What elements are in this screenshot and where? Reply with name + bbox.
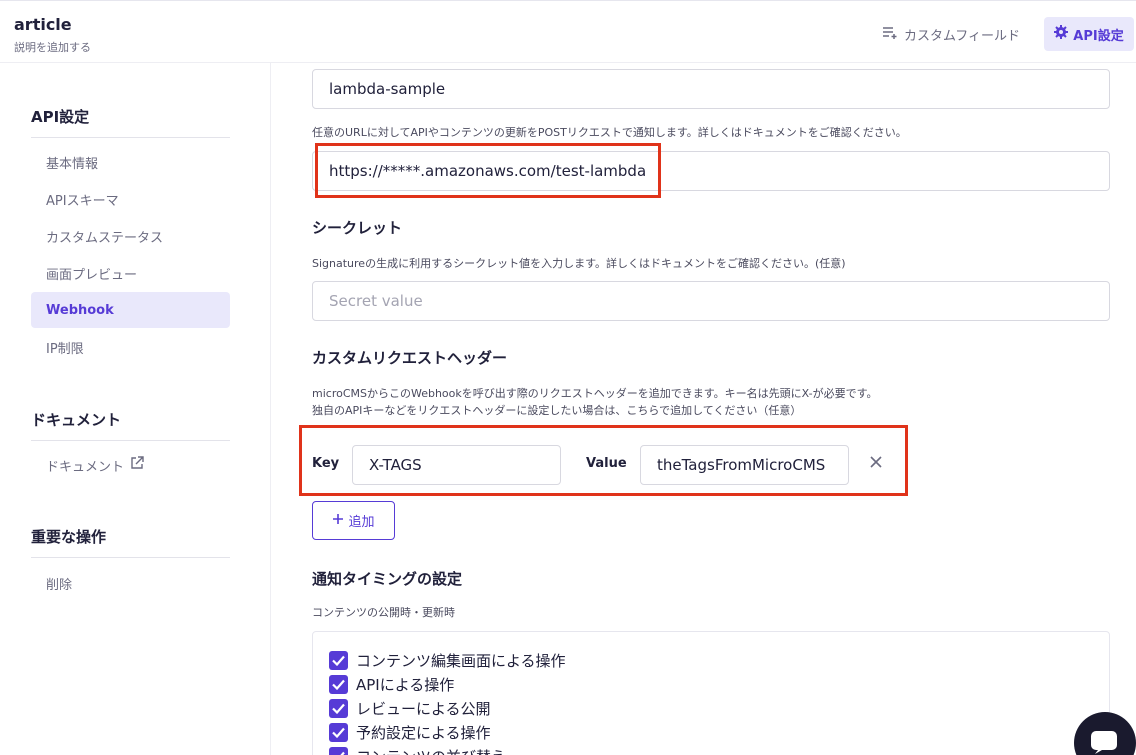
page-header: article 説明を追加する カスタムフィールド API設定: [0, 0, 1136, 63]
checkbox-checked-icon[interactable]: [329, 675, 348, 694]
sidebar-section-docs: ドキュメント: [31, 409, 230, 441]
header-key-input[interactable]: X-TAGS: [352, 445, 561, 485]
custom-headers-description-1: microCMSからこのWebhookを呼び出す際のリクエストヘッダーを追加でき…: [312, 387, 878, 400]
checkbox-checked-icon[interactable]: [329, 747, 348, 755]
sidebar-item-webhook[interactable]: Webhook: [31, 292, 230, 328]
add-description-link[interactable]: 説明を追加する: [14, 39, 91, 55]
timing-option-scheduled[interactable]: 予約設定による操作: [329, 722, 491, 743]
timing-section-title: 通知タイミングの設定: [312, 570, 463, 588]
timing-option-api[interactable]: APIによる操作: [329, 674, 454, 695]
timing-options-box: コンテンツ編集画面による操作 APIによる操作 レビューによる公開 予約設定によ…: [312, 631, 1110, 755]
sidebar-item-preview[interactable]: 画面プレビュー: [31, 255, 230, 291]
list-add-icon: [882, 25, 898, 43]
remove-header-icon[interactable]: [869, 453, 883, 474]
api-settings-label: API設定: [1073, 28, 1124, 44]
custom-field-label: カスタムフィールド: [904, 28, 1020, 44]
sidebar-section-api: API設定: [31, 106, 230, 138]
secret-section-title: シークレット: [312, 219, 403, 237]
timing-option-label: 予約設定による操作: [356, 724, 491, 742]
sidebar-item-api-schema[interactable]: APIスキーマ: [31, 181, 230, 217]
timing-option-label: APIによる操作: [356, 676, 455, 694]
external-link-icon: [130, 456, 144, 474]
key-label: Key: [312, 456, 340, 471]
timing-option-reorder[interactable]: コンテンツの並び替え: [329, 746, 506, 755]
checkbox-checked-icon[interactable]: [329, 723, 348, 742]
chat-bubble-icon: [1090, 730, 1118, 755]
add-label: 追加: [348, 515, 375, 530]
timing-subtitle: コンテンツの公開時・更新時: [312, 606, 455, 619]
secret-description: Signatureの生成に利用するシークレット値を入力します。詳しくはドキュメン…: [312, 257, 846, 270]
timing-option-review[interactable]: レビューによる公開: [329, 698, 491, 719]
sidebar-item-documents[interactable]: ドキュメント: [31, 447, 230, 483]
timing-option-label: コンテンツ編集画面による操作: [356, 652, 566, 670]
timing-option-label: レビューによる公開: [356, 700, 491, 718]
webhook-name-input[interactable]: lambda-sample: [312, 69, 1110, 109]
sidebar-section-danger: 重要な操作: [31, 526, 230, 558]
sidebar-item-ip-restriction[interactable]: IP制限: [31, 329, 230, 365]
value-label: Value: [586, 456, 627, 471]
url-description: 任意のURLに対してAPIやコンテンツの更新をPOSTリクエストで通知します。詳…: [312, 126, 907, 139]
sidebar-item-custom-status[interactable]: カスタムステータス: [31, 218, 230, 254]
custom-headers-description-2: 独自のAPIキーなどをリクエストヘッダーに設定したい場合は、こちらで追加してくだ…: [312, 404, 802, 417]
add-header-button[interactable]: 追加: [312, 501, 395, 540]
timing-option-edit-screen[interactable]: コンテンツ編集画面による操作: [329, 650, 566, 671]
webhook-settings-form: lambda-sample 任意のURLに対してAPIやコンテンツの更新をPOS…: [271, 63, 1136, 755]
header-value-input[interactable]: theTagsFromMicroCMS: [640, 445, 849, 485]
api-settings-button[interactable]: API設定: [1044, 17, 1134, 51]
secret-input[interactable]: Secret value: [312, 281, 1110, 321]
custom-field-button[interactable]: カスタムフィールド: [872, 17, 1030, 51]
timing-option-label: コンテンツの並び替え: [356, 746, 506, 755]
url-highlight-box: [315, 143, 661, 198]
page-title: article: [14, 15, 72, 34]
documents-label: ドキュメント: [46, 459, 125, 475]
checkbox-checked-icon[interactable]: [329, 651, 348, 670]
custom-headers-title: カスタムリクエストヘッダー: [312, 349, 508, 367]
sidebar-item-delete[interactable]: 削除: [31, 565, 230, 601]
plus-icon: [332, 513, 344, 529]
gear-icon: [1054, 25, 1069, 43]
settings-sidebar: API設定 基本情報 APIスキーマ カスタムステータス 画面プレビュー Web…: [0, 63, 271, 755]
sidebar-item-basic-info[interactable]: 基本情報: [31, 144, 230, 180]
checkbox-checked-icon[interactable]: [329, 699, 348, 718]
